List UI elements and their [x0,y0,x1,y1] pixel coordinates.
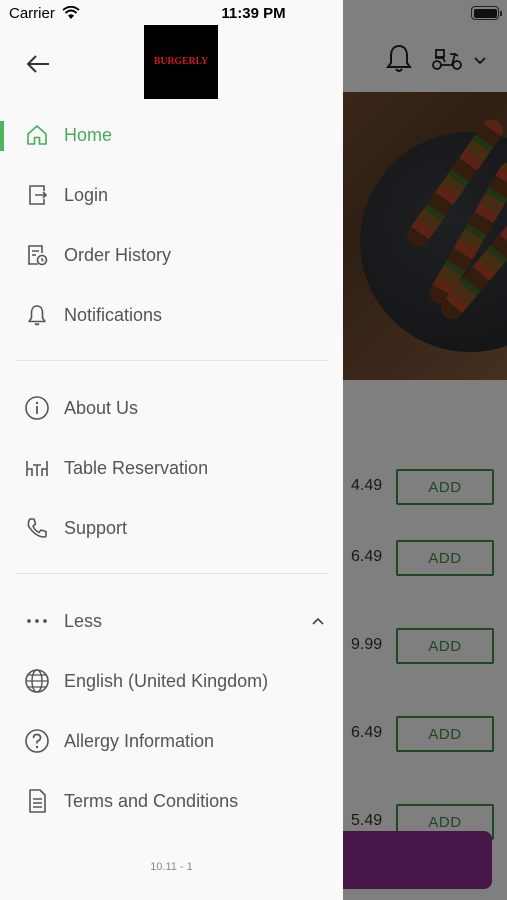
navigation-drawer: BURGERLY Home Login Order History Notificat… [0,0,343,900]
battery-icon [471,6,502,20]
menu-item-login[interactable]: Login [0,167,343,223]
table-icon [24,455,50,481]
menu-item-label: Support [64,517,128,538]
document-icon [24,788,50,814]
info-icon [24,395,50,421]
clock: 11:39 PM [221,5,286,22]
active-indicator [0,121,4,151]
menu-item-label: Notifications [64,304,163,325]
menu-item-support[interactable]: Support [0,500,343,556]
menu-item-home[interactable]: Home [0,107,343,163]
menu-item-terms-and-conditions[interactable]: Terms and Conditions [0,773,343,829]
app-version: 10.11 - 1 [150,861,193,873]
menu-item-label: About Us [64,397,139,418]
bell-icon [24,302,50,328]
menu-item-table-reservation[interactable]: Table Reservation [0,440,343,496]
menu-item-less[interactable]: Less [0,593,343,649]
restaurant-logo: BURGERLY [144,25,218,99]
question-icon [24,728,50,754]
menu-item-label: Login [64,184,109,205]
menu-item-label: English (United Kingdom) [64,670,269,691]
order-history-icon [24,242,50,268]
menu-item-label: Order History [64,244,172,265]
menu-item-label: Terms and Conditions [64,790,239,811]
phone-icon [24,515,50,541]
menu-item-order-history[interactable]: Order History [0,227,343,283]
menu-item-label: Less [64,610,103,631]
menu-item-allergy-information[interactable]: Allergy Information [0,713,343,769]
login-icon [24,182,50,208]
menu-item-label: Table Reservation [64,457,209,478]
menu-item-label: Allergy Information [64,730,215,751]
menu-item-label: Home [64,124,113,145]
menu-divider [16,573,328,574]
menu-item-notifications[interactable]: Notifications [0,287,343,343]
more-dots-icon [24,608,50,634]
menu-item-english-united-kingdom[interactable]: English (United Kingdom) [0,653,343,709]
globe-icon [24,668,50,694]
back-arrow-icon[interactable] [24,50,52,78]
logo-text: BURGERLY [153,56,209,67]
menu-divider [16,360,328,361]
chevron-up-icon[interactable] [308,611,328,631]
status-bar: Carrier 11:39 PM [0,0,507,28]
home-icon [24,122,50,148]
menu-item-about-us[interactable]: About Us [0,380,343,436]
